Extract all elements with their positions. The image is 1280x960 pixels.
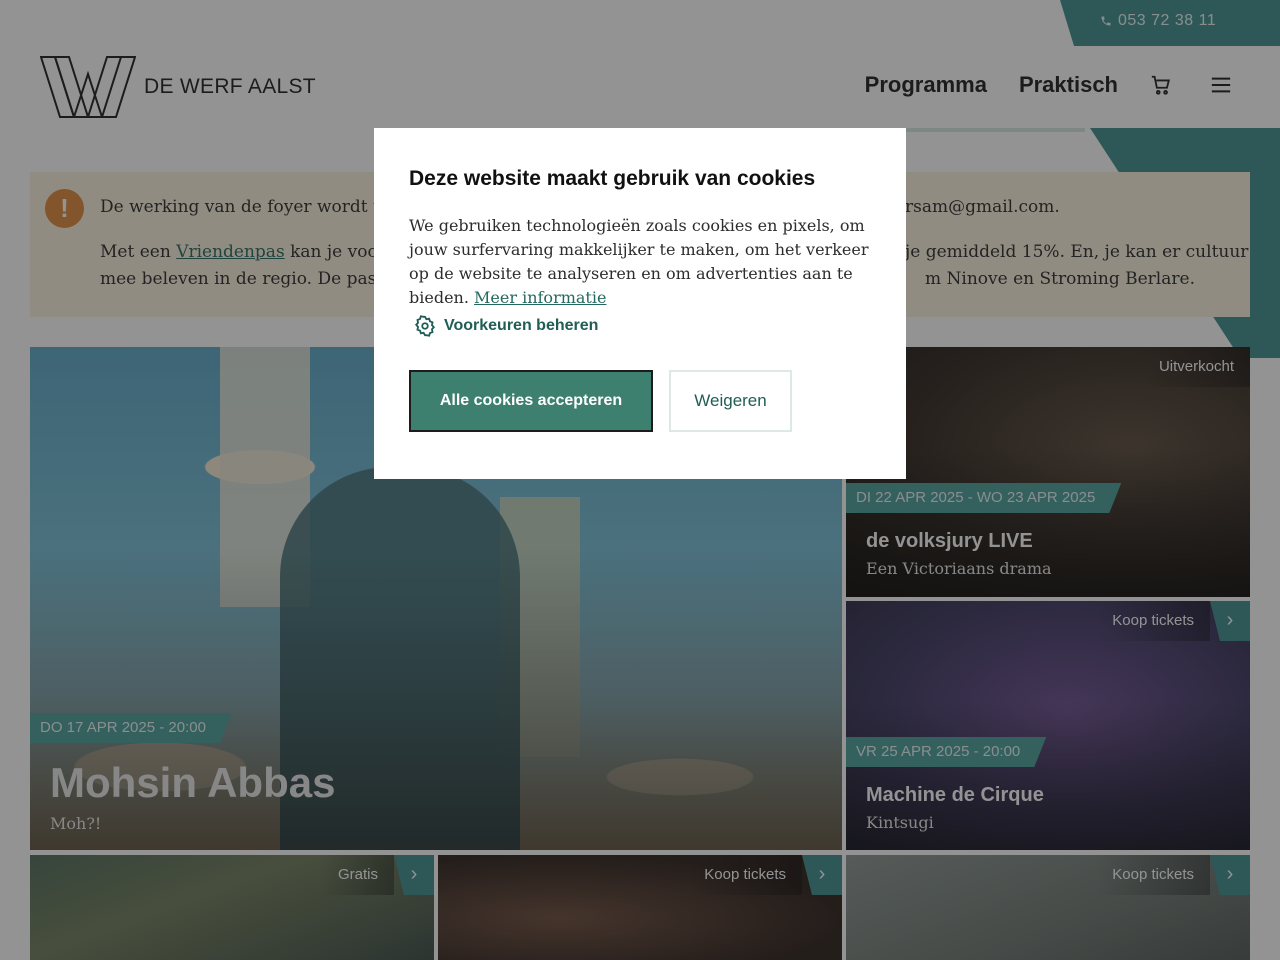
cookie-consent-dialog: Deze website maakt gebruik van cookies W… (374, 128, 906, 479)
refuse-cookies-button[interactable]: Weigeren (669, 370, 792, 432)
cookie-dialog-title: Deze website maakt gebruik van cookies (409, 167, 816, 190)
more-info-link[interactable]: Meer informatie (474, 288, 606, 307)
manage-preferences-button[interactable]: Voorkeuren beheren (414, 315, 598, 337)
accept-all-cookies-button[interactable]: Alle cookies accepteren (409, 370, 653, 432)
gear-icon (414, 315, 436, 337)
cookie-dialog-body: We gebruiken technologieën zoals cookies… (409, 214, 879, 310)
manage-preferences-label: Voorkeuren beheren (444, 317, 599, 334)
